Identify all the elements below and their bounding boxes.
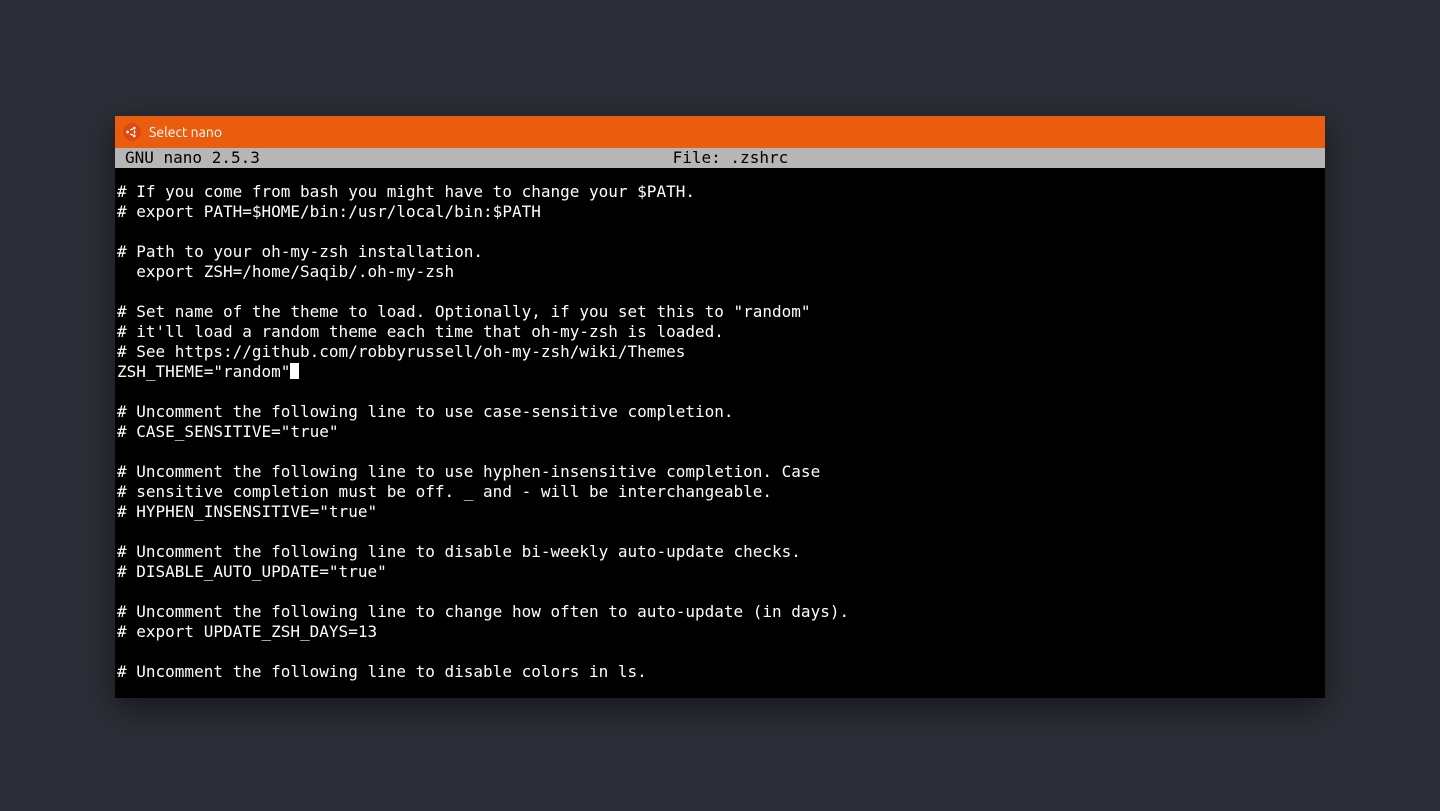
editor-line: # DISABLE_AUTO_UPDATE="true" — [117, 562, 1323, 582]
nano-file-label: File: .zshrc — [260, 148, 1201, 168]
editor-line: export ZSH=/home/Saqib/.oh-my-zsh — [117, 262, 1323, 282]
editor-line — [117, 522, 1323, 542]
text-cursor — [290, 363, 299, 379]
ubuntu-logo-icon — [123, 123, 141, 141]
nano-statusbar: GNU nano 2.5.3 File: .zshrc — [115, 148, 1325, 168]
editor-line: # CASE_SENSITIVE="true" — [117, 422, 1323, 442]
window-titlebar[interactable]: Select nano — [115, 116, 1325, 148]
editor-line: # HYPHEN_INSENSITIVE="true" — [117, 502, 1323, 522]
editor-line: # export PATH=$HOME/bin:/usr/local/bin:$… — [117, 202, 1323, 222]
editor-line: # sensitive completion must be off. _ an… — [117, 482, 1323, 502]
editor-line — [117, 222, 1323, 242]
editor-line — [117, 442, 1323, 462]
editor-line: # Uncomment the following line to change… — [117, 602, 1323, 622]
editor-line: # export UPDATE_ZSH_DAYS=13 — [117, 622, 1323, 642]
editor-line: # Set name of the theme to load. Optiona… — [117, 302, 1323, 322]
editor-line — [117, 382, 1323, 402]
editor-line: # See https://github.com/robbyrussell/oh… — [117, 342, 1323, 362]
editor-line: # it'll load a random theme each time th… — [117, 322, 1323, 342]
editor-viewport[interactable]: # If you come from bash you might have t… — [115, 168, 1325, 698]
editor-line: ZSH_THEME="random" — [117, 362, 1323, 382]
editor-line — [117, 642, 1323, 662]
editor-line: # Uncomment the following line to use ca… — [117, 402, 1323, 422]
editor-line: # Uncomment the following line to disabl… — [117, 542, 1323, 562]
editor-line: # Path to your oh-my-zsh installation. — [117, 242, 1323, 262]
editor-line: # Uncomment the following line to use hy… — [117, 462, 1323, 482]
terminal-window: Select nano GNU nano 2.5.3 File: .zshrc … — [115, 116, 1325, 698]
editor-line: # Uncomment the following line to disabl… — [117, 662, 1323, 682]
editor-line: # If you come from bash you might have t… — [117, 182, 1323, 202]
window-title: Select nano — [149, 124, 222, 140]
nano-version-label: GNU nano 2.5.3 — [119, 148, 260, 168]
editor-line — [117, 582, 1323, 602]
editor-line — [117, 282, 1323, 302]
